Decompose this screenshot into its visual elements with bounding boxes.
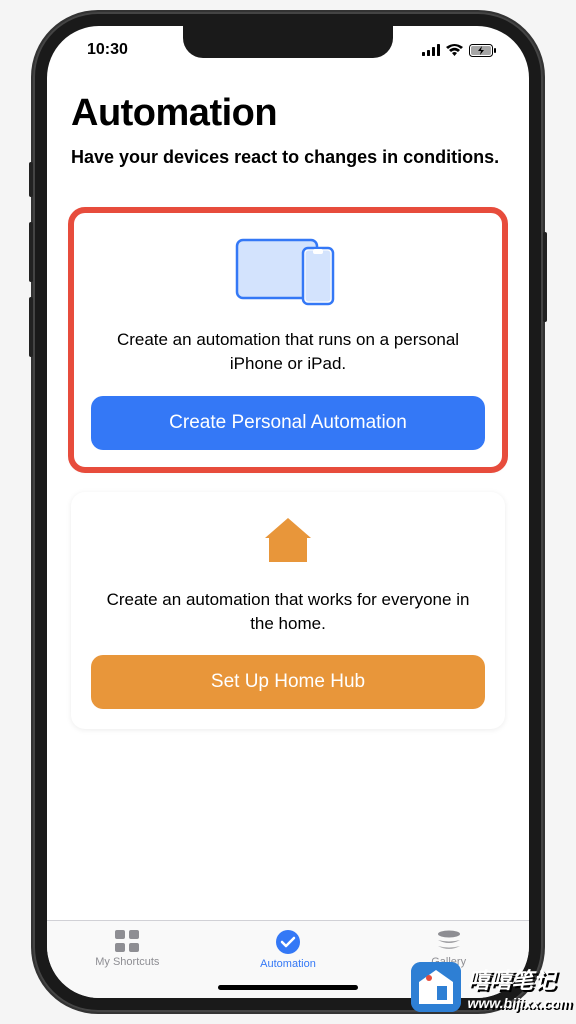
watermark-text: 嘻嘻笔记 www.bijixx.com [467,963,572,1011]
tab-label: My Shortcuts [95,956,159,968]
home-icon [91,516,485,566]
status-icons [422,44,497,57]
battery-charging-icon [469,44,497,57]
page-subtitle: Have your devices react to changes in co… [71,145,505,170]
notch [183,26,393,58]
create-personal-automation-button[interactable]: Create Personal Automation [91,396,485,450]
watermark-logo-icon [411,962,461,1012]
watermark-url: www.bijixx.com [467,995,572,1011]
wifi-icon [446,44,463,56]
power-button [543,232,547,322]
main-content: Automation Have your devices react to ch… [47,74,529,920]
screen: 10:30 Automation Have your devices react… [47,26,529,998]
status-time: 10:30 [87,41,128,59]
personal-card-description: Create an automation that runs on a pers… [91,328,485,376]
home-indicator[interactable] [218,985,358,990]
tab-label: Automation [260,958,316,970]
mute-switch [29,162,33,197]
watermark-title: 嘻嘻笔记 [467,963,572,995]
phone-frame: 10:30 Automation Have your devices react… [33,12,543,1012]
home-automation-card: Create an automation that works for ever… [71,492,505,730]
cellular-icon [422,44,440,56]
stack-icon [436,929,462,953]
grid-icon [114,929,140,953]
volume-down-button [29,297,33,357]
page-title: Automation [71,92,505,135]
watermark: 嘻嘻笔记 www.bijixx.com [411,962,572,1012]
set-up-home-hub-button[interactable]: Set Up Home Hub [91,655,485,709]
clock-check-icon [275,929,301,955]
volume-up-button [29,222,33,282]
tab-my-shortcuts[interactable]: My Shortcuts [47,921,208,998]
home-card-description: Create an automation that works for ever… [91,588,485,636]
personal-automation-card: Create an automation that runs on a pers… [71,210,505,470]
devices-icon [91,234,485,306]
